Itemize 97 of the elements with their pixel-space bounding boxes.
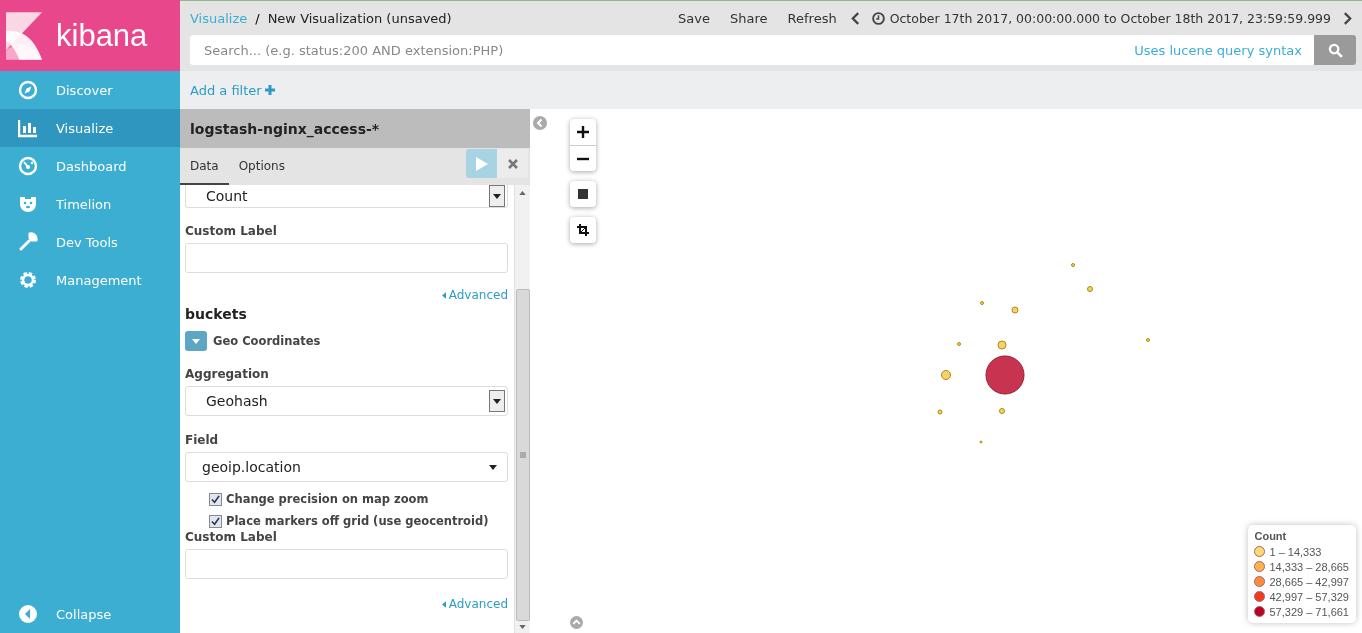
scroll-up-icon	[519, 191, 526, 195]
caret-left-icon	[441, 600, 446, 608]
collapse-panel-icon[interactable]	[533, 116, 547, 130]
map-marker[interactable]	[1071, 263, 1075, 267]
checkbox[interactable]	[209, 514, 222, 528]
close-icon	[507, 158, 518, 169]
custom-label-input[interactable]	[185, 549, 508, 579]
map-marker[interactable]	[1146, 338, 1150, 342]
bar-chart-icon	[18, 118, 38, 138]
advanced-link[interactable]: Advanced	[441, 597, 508, 611]
menu-button[interactable]: Save	[672, 10, 717, 26]
menu-button[interactable]: Share	[724, 10, 774, 26]
settings-icon	[18, 270, 38, 290]
dashboard-gauge-icon	[18, 156, 38, 176]
apply-button[interactable]	[466, 149, 497, 178]
caret-left-icon	[441, 291, 446, 299]
bucket-title: Geo Coordinates	[213, 334, 321, 348]
legend-label: 57,329 – 71,661	[1269, 605, 1349, 618]
chevron-left-icon[interactable]	[850, 11, 860, 25]
map-marker[interactable]	[997, 340, 1007, 350]
nav-item[interactable]: Timelion	[0, 185, 180, 223]
nav-item[interactable]: Discover	[0, 71, 180, 109]
discard-button[interactable]	[497, 149, 528, 178]
aggregation-select[interactable]: Geohash	[185, 386, 508, 416]
editor-tab[interactable]: Data	[180, 148, 229, 185]
clock-icon	[871, 11, 885, 25]
map-marker[interactable]	[1011, 306, 1019, 314]
crop-button[interactable]	[570, 217, 596, 243]
legend-label: 14,333 – 28,665	[1269, 560, 1349, 573]
checkbox[interactable]	[209, 492, 222, 506]
grip-icon	[519, 452, 526, 458]
legend-label: 42,997 – 57,329	[1269, 590, 1349, 603]
field-label: Aggregation	[185, 367, 270, 381]
plus-icon	[577, 126, 589, 138]
caret-down-icon	[192, 338, 200, 344]
nav-item[interactable]: Dashboard	[0, 147, 180, 185]
legend-label: 28,665 – 42,997	[1269, 575, 1349, 588]
map-marker[interactable]	[999, 408, 1005, 414]
caret-down-icon	[489, 464, 497, 470]
bear-face-icon	[18, 194, 38, 214]
page-title: New Visualization (unsaved)	[267, 10, 452, 26]
map-marker[interactable]	[937, 409, 943, 415]
scrollbar[interactable]	[514, 185, 530, 633]
compass-icon	[18, 80, 38, 100]
kibana-logo-icon	[6, 11, 44, 60]
minus-icon	[577, 156, 589, 161]
nav-item[interactable]: Management	[0, 261, 180, 299]
legend-title: Count	[1254, 530, 1288, 542]
checkmark-icon	[211, 516, 220, 526]
plus-icon	[264, 85, 275, 95]
map-marker[interactable]	[941, 370, 951, 380]
legend-label: 1 – 14,333	[1269, 545, 1322, 558]
nav-item[interactable]: Dev Tools	[0, 223, 180, 261]
checkbox-option[interactable]: Change precision on map zoom	[209, 492, 508, 506]
time-range-button[interactable]: October 17th 2017, 00:00:00.000 to October 18th 2017, 23:59:59.999	[871, 10, 1331, 26]
map-marker[interactable]	[979, 440, 983, 444]
search-button[interactable]	[1314, 35, 1356, 65]
field-label: Field	[185, 433, 220, 447]
field-select[interactable]: geoip.location	[185, 452, 508, 482]
chevron-up-icon[interactable]	[570, 616, 583, 629]
draw-rectangle-button[interactable]	[570, 181, 596, 207]
scroll-down-icon	[519, 625, 526, 629]
map-marker[interactable]	[957, 342, 961, 346]
field-label: Custom Label	[185, 530, 278, 544]
metric-select[interactable]: Count	[185, 185, 508, 208]
search-field[interactable]: Search... (e.g. status:200 AND extension:PHP) Uses lucene query syntax	[190, 35, 1314, 65]
section-title: buckets	[185, 306, 248, 322]
field-label: Custom Label	[185, 224, 278, 238]
map-marker[interactable]	[980, 301, 984, 305]
editor-tab[interactable]: Options	[228, 148, 295, 185]
breadcrumb-separator: /	[255, 10, 260, 26]
collapse-toggle-button[interactable]	[185, 331, 207, 351]
map-area[interactable]: Count 1 – 14,333 14,333 – 28,665 28,665 – 42,997 42,997 – 57,329 57,329 – 71,661	[530, 109, 1362, 633]
lucene-syntax-link[interactable]: Uses lucene query syntax	[1134, 42, 1302, 58]
add-filter-link[interactable]: Add a filter	[190, 82, 275, 98]
wrench-icon	[18, 232, 38, 252]
checkmark-icon	[211, 494, 220, 504]
collapse-button[interactable]: Collapse	[0, 595, 180, 633]
square-icon	[578, 189, 588, 199]
map-marker[interactable]	[985, 355, 1025, 395]
logo-text: kibana	[56, 17, 148, 54]
breadcrumb-link[interactable]: Visualize	[190, 10, 248, 26]
nav-item[interactable]: Visualize	[0, 109, 180, 147]
menu-button[interactable]: Refresh	[781, 10, 843, 26]
caret-down-icon	[493, 193, 501, 199]
advanced-link[interactable]: Advanced	[441, 288, 508, 302]
search-icon	[1327, 42, 1343, 58]
play-icon	[475, 156, 488, 171]
chevron-right-icon[interactable]	[1343, 11, 1352, 25]
custom-label-input[interactable]	[185, 243, 508, 273]
scrollbar-thumb[interactable]	[515, 289, 530, 621]
logo-banner[interactable]: kibana	[0, 0, 180, 71]
caret-down-icon	[493, 398, 501, 404]
index-pattern-title: logstash-nginx_access-*	[180, 109, 530, 148]
crop-icon	[577, 224, 589, 236]
checkbox-option[interactable]: Place markers off grid (use geocentroid)	[209, 514, 508, 528]
map-marker[interactable]	[1087, 286, 1093, 292]
